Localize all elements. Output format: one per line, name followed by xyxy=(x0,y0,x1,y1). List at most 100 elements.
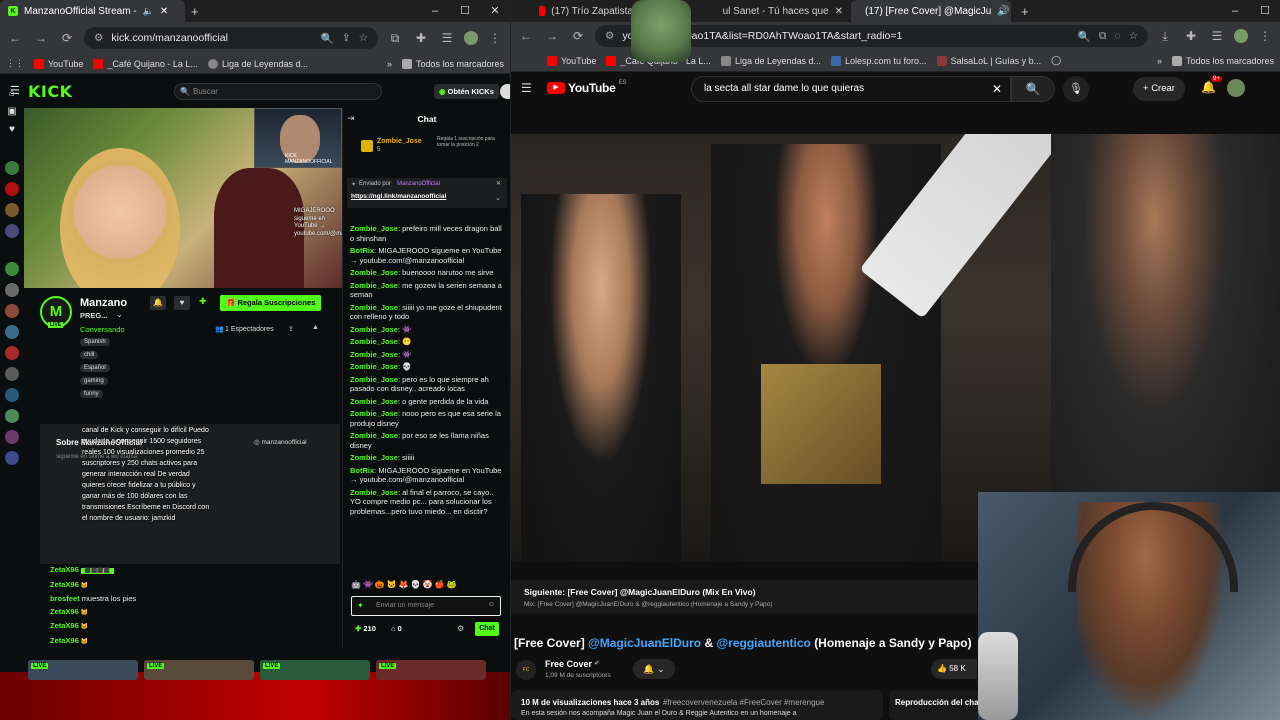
maximize-icon[interactable]: ☐ xyxy=(450,0,480,22)
followed-channel-avatar[interactable] xyxy=(5,203,19,217)
stream-thumbnail[interactable]: LIVE xyxy=(376,660,486,680)
reading-list-icon[interactable]: ☰ xyxy=(1208,29,1226,43)
reload-icon[interactable]: ⟳ xyxy=(569,29,587,43)
recommended-channel-avatar[interactable] xyxy=(5,367,19,381)
bookmark-liga-leyendas[interactable]: Liga de Leyendas d... xyxy=(207,58,308,69)
minimize-icon[interactable]: – xyxy=(1220,0,1250,22)
reading-list-icon[interactable]: ☰ xyxy=(438,31,456,45)
recommended-channel-avatar[interactable] xyxy=(5,409,19,423)
zoom-icon[interactable]: 🔍 xyxy=(1078,30,1091,43)
mention-link[interactable]: @MagicJuanElDuro xyxy=(588,636,701,650)
stream-thumbnail[interactable]: LIVE xyxy=(260,660,370,680)
gift-icon[interactable]: ✚ xyxy=(199,296,207,307)
chat-settings-icon[interactable]: ⚙ xyxy=(457,624,464,633)
account-avatar[interactable] xyxy=(1227,79,1245,97)
subscription-bell-button[interactable]: 🔔 ⌄ xyxy=(633,659,675,679)
tab-trio-zapatista[interactable]: (17) Trío Zapatista xyxy=(531,0,641,22)
notify-bell-icon[interactable]: 🔔 xyxy=(150,296,166,310)
globe-icon[interactable]: ◯ xyxy=(1051,55,1061,66)
zoom-icon[interactable]: 🔍 xyxy=(321,32,334,45)
menu-icon[interactable]: ⋮ xyxy=(486,31,504,45)
recommended-channel-avatar[interactable] xyxy=(5,388,19,402)
get-kicks-button[interactable]: ◉ Obtén KICKs xyxy=(434,84,499,99)
recommended-channel-avatar[interactable] xyxy=(5,304,19,318)
site-info-icon[interactable]: ⚙ xyxy=(94,32,103,44)
extensions-puzzle-icon[interactable]: ✚ xyxy=(412,31,430,45)
pinned-link[interactable]: https://ngl.link/manzanoofficial xyxy=(351,193,446,200)
share-icon[interactable]: ⇪ xyxy=(288,325,294,333)
kick-search-input[interactable]: 🔍 Buscar xyxy=(174,83,382,100)
gift-subs-button[interactable]: 🎁 Regala Suscripciones xyxy=(220,295,322,311)
star-icon[interactable]: ☆ xyxy=(359,32,368,44)
mic-icon[interactable]: 🎙 xyxy=(1063,76,1089,102)
like-button[interactable]: 👍 58 K xyxy=(931,659,977,679)
new-tab-icon[interactable]: + xyxy=(1021,4,1029,19)
recommended-channel-avatar[interactable] xyxy=(5,451,19,465)
emoji-icon[interactable]: ☺ xyxy=(488,601,495,608)
browse-icon[interactable]: ▣ xyxy=(7,106,16,117)
close-tab-icon[interactable]: ✕ xyxy=(835,6,843,17)
mention-link[interactable]: @reggiautentico xyxy=(716,636,810,650)
recommended-channel-avatar[interactable] xyxy=(5,262,19,276)
apps-grid-icon[interactable]: ⋮⋮ xyxy=(6,58,24,69)
chat-replay-panel[interactable]: Reproducción del chat xyxy=(889,690,989,720)
tag[interactable]: funny xyxy=(80,390,103,398)
chat-input[interactable]: ✦ Enviar un mensaje ☺ xyxy=(351,596,501,616)
user-avatar[interactable] xyxy=(500,84,510,99)
notifications-bell-icon[interactable]: 🔔 xyxy=(1201,80,1216,94)
stream-thumbnail[interactable]: LIVE xyxy=(144,660,254,680)
tag[interactable]: Español xyxy=(80,364,110,372)
recommended-channel-avatar[interactable] xyxy=(5,346,19,360)
eye-off-icon[interactable]: ◌ xyxy=(1114,30,1120,42)
recommended-channel-avatar[interactable] xyxy=(5,325,19,339)
bookmark-cafe-quijano[interactable]: _Café Quijano - La L... xyxy=(93,58,198,69)
tab-kick-stream[interactable]: K ManzanoOfficial Stream - 🔈 ✕ xyxy=(0,0,185,22)
extension-icon[interactable]: ⧉ xyxy=(386,31,404,46)
download-icon[interactable]: ⤓ xyxy=(1156,29,1174,44)
youtube-logo[interactable]: ▶ YouTube ES xyxy=(547,80,626,95)
bookmark-liga-leyendas[interactable]: Liga de Leyendas d... xyxy=(720,55,821,66)
report-icon[interactable]: ▲ xyxy=(312,324,319,331)
extensions-puzzle-icon[interactable]: ✚ xyxy=(1182,29,1200,43)
description-box[interactable]: 10 M de visualizaciones hace 3 años #fre… xyxy=(511,690,883,720)
hashtags[interactable]: #freecovervenezuela #FreeCover #merengue xyxy=(663,698,824,707)
followed-channel-avatar[interactable] xyxy=(5,182,19,196)
instagram-link[interactable]: ◎ manzanoofficial xyxy=(254,438,307,446)
chat-send-button[interactable]: Chat xyxy=(475,622,499,636)
stream-video[interactable]: KICK MANZANOOFFICIAL MIGAJEROOO sigueme … xyxy=(24,108,342,288)
tab-free-cover[interactable]: (17) [Free Cover] @MagicJu🔊✕ xyxy=(851,0,1011,22)
url-field[interactable]: ⚙ kick.com/manzanoofficial 🔍 ⇪ ☆ xyxy=(84,27,378,49)
back-icon[interactable]: ← xyxy=(6,31,24,45)
kick-logo[interactable]: KICK xyxy=(28,82,73,101)
recommended-channel-avatar[interactable] xyxy=(5,430,19,444)
profile-avatar[interactable] xyxy=(1234,29,1248,43)
tag[interactable]: chill xyxy=(80,351,99,359)
following-heart-icon[interactable]: ♥ xyxy=(9,124,15,135)
hamburger-icon[interactable]: ☰ xyxy=(10,84,20,97)
stream-thumbnail[interactable]: LIVE xyxy=(28,660,138,680)
forward-icon[interactable]: → xyxy=(32,31,50,45)
clear-search-icon[interactable]: ✕ xyxy=(992,77,1002,101)
youtube-search-input[interactable]: la secta all star dame lo que quieras ✕ xyxy=(691,76,1011,102)
close-window-icon[interactable]: ✕ xyxy=(480,0,510,22)
hamburger-icon[interactable]: ☰ xyxy=(521,81,532,95)
channel-avatar[interactable]: FC xyxy=(516,660,536,680)
profile-avatar[interactable] xyxy=(464,31,478,45)
followed-channel-avatar[interactable] xyxy=(5,161,19,175)
menu-icon[interactable]: ⋮ xyxy=(1256,29,1274,43)
site-info-icon[interactable]: ⚙ xyxy=(605,30,614,42)
tag[interactable]: gaming xyxy=(80,377,108,385)
forward-icon[interactable]: → xyxy=(543,29,561,43)
follow-heart-icon[interactable]: ♥ xyxy=(174,296,190,310)
bookmark-lolesp[interactable]: Lolesp.com tu foro... xyxy=(831,55,927,66)
minimize-icon[interactable]: – xyxy=(420,0,450,22)
maximize-icon[interactable]: ☐ xyxy=(1250,0,1280,22)
bookmark-youtube[interactable]: YouTube xyxy=(547,55,596,66)
bookmarks-folder[interactable]: Todos los marcadores xyxy=(1171,55,1274,66)
bookmark-youtube[interactable]: YouTube xyxy=(34,58,83,69)
reload-icon[interactable]: ⟳ xyxy=(58,31,76,45)
share-icon[interactable]: ⇪ xyxy=(342,32,351,44)
search-button[interactable]: 🔍 xyxy=(1011,76,1055,102)
channel-name[interactable]: Manzano xyxy=(80,297,127,309)
up-next-bar[interactable]: Siguiente: [Free Cover] @MagicJuanElDuro… xyxy=(511,580,977,614)
